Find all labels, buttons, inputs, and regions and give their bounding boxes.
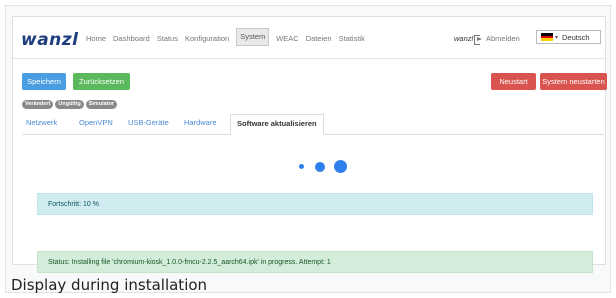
spinner-dot-medium bbox=[315, 162, 325, 172]
status-badges: Verändert Ungültig Simulator bbox=[22, 100, 119, 109]
brand-logo[interactable]: wanzl bbox=[21, 30, 79, 50]
chevron-down-icon: ▾ bbox=[555, 34, 559, 41]
logout-link[interactable]: Abmelden bbox=[474, 34, 520, 45]
sign-out-icon bbox=[474, 34, 483, 45]
nav-status[interactable]: Status bbox=[157, 33, 178, 45]
tab-software-aktualisieren[interactable]: Software aktualisieren bbox=[230, 114, 324, 135]
restart-button[interactable]: Neustart bbox=[491, 73, 536, 90]
language-label: Deutsch bbox=[562, 32, 590, 42]
german-flag-icon bbox=[541, 33, 553, 42]
progress-alert: Fortschritt: 10 % bbox=[37, 193, 593, 215]
settings-tabs: Netzwerk OpenVPN USB-Geräte Hardware Sof… bbox=[22, 114, 604, 135]
progress-text: Fortschritt: 10 % bbox=[48, 200, 99, 208]
main-nav: Home Dashboard Status Konfiguration Syst… bbox=[86, 28, 372, 46]
nav-konfiguration[interactable]: Konfiguration bbox=[185, 33, 229, 45]
nav-dashboard[interactable]: Dashboard bbox=[113, 33, 150, 45]
save-button[interactable]: Speichern bbox=[22, 73, 66, 90]
status-alert: Status: Installing file 'chromium-kiosk_… bbox=[37, 251, 593, 273]
system-restart-button[interactable]: System neustarten bbox=[540, 73, 607, 90]
flag-band-gold bbox=[541, 38, 553, 42]
spinner-dot-small bbox=[299, 164, 304, 169]
tab-openvpn[interactable]: OpenVPN bbox=[79, 118, 113, 127]
status-text: Status: Installing file 'chromium-kiosk_… bbox=[48, 258, 331, 266]
badge-simulator: Simulator bbox=[85, 100, 118, 109]
reset-button[interactable]: Zurücksetzen bbox=[73, 73, 130, 90]
nav-dateien[interactable]: Dateien bbox=[306, 33, 332, 45]
language-select[interactable]: ▾ Deutsch bbox=[536, 30, 601, 44]
tab-usb-geraete[interactable]: USB-Geräte bbox=[128, 118, 169, 127]
nav-statistik[interactable]: Statistik bbox=[339, 33, 365, 45]
app-window: wanzl Home Dashboard Status Konfiguratio… bbox=[12, 16, 607, 273]
nav-weac[interactable]: WEAC bbox=[276, 33, 299, 45]
tab-netzwerk[interactable]: Netzwerk bbox=[26, 118, 57, 127]
loading-spinner bbox=[299, 159, 349, 173]
tab-hardware[interactable]: Hardware bbox=[184, 118, 217, 127]
badge-invalid: Ungültig bbox=[55, 100, 84, 109]
spinner-dot-large bbox=[334, 160, 347, 173]
top-navbar: wanzl Home Dashboard Status Konfiguratio… bbox=[13, 17, 605, 59]
nav-system[interactable]: System bbox=[236, 28, 270, 46]
badge-changed: Verändert bbox=[22, 100, 54, 109]
figure-caption: Display during installation bbox=[11, 276, 208, 294]
nav-home[interactable]: Home bbox=[86, 33, 106, 45]
screenshot-frame: wanzl Home Dashboard Status Konfiguratio… bbox=[5, 5, 611, 294]
current-user: wanzl bbox=[454, 34, 474, 43]
logout-label: Abmelden bbox=[486, 34, 520, 43]
